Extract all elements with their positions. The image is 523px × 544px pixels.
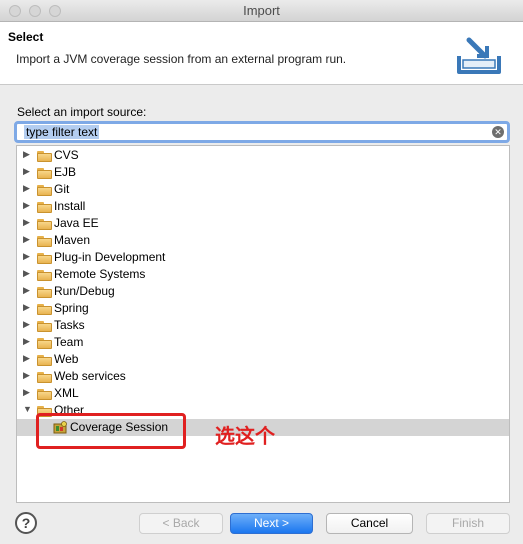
collapsed-arrow-icon[interactable]: ▶ bbox=[23, 387, 33, 398]
tree-item[interactable]: ▶ Git bbox=[17, 181, 509, 198]
folder-icon bbox=[37, 389, 52, 400]
import-wizard-icon bbox=[457, 37, 501, 74]
folder-icon bbox=[37, 168, 52, 179]
tree-item-label: Install bbox=[54, 199, 86, 213]
tree-item[interactable]: ▶ Java EE bbox=[17, 215, 509, 232]
folder-icon bbox=[37, 202, 52, 213]
banner-title: Select bbox=[8, 30, 44, 44]
banner-description: Import a JVM coverage session from an ex… bbox=[16, 52, 347, 66]
tree-item[interactable]: ▶ Spring bbox=[17, 300, 509, 317]
folder-icon bbox=[37, 253, 52, 264]
annotation-text: 选这个 bbox=[215, 424, 275, 448]
annotation-highlight-box bbox=[36, 413, 186, 449]
tree-item-label: CVS bbox=[54, 148, 79, 162]
tree-item[interactable]: ▶ Install bbox=[17, 198, 509, 215]
folder-icon bbox=[37, 236, 52, 247]
folder-icon bbox=[37, 355, 52, 366]
expanded-arrow-icon[interactable]: ▼ bbox=[23, 404, 33, 414]
collapsed-arrow-icon[interactable]: ▶ bbox=[23, 183, 33, 194]
filter-text: type filter text bbox=[24, 125, 100, 139]
clear-search-icon[interactable]: ✕ bbox=[492, 126, 504, 138]
folder-icon bbox=[37, 304, 52, 315]
collapsed-arrow-icon[interactable]: ▶ bbox=[23, 251, 33, 262]
collapsed-arrow-icon[interactable]: ▶ bbox=[23, 268, 33, 279]
tree-item[interactable]: ▶ XML bbox=[17, 385, 509, 402]
collapsed-arrow-icon[interactable]: ▶ bbox=[23, 302, 33, 313]
tree-item-label: Run/Debug bbox=[54, 284, 115, 298]
tree-item-label: Spring bbox=[54, 301, 89, 315]
import-source-tree[interactable]: ▶ CVS ▶ EJB ▶ Git ▶ Install ▶ Java EE ▶ Maven ▶ Plug-… bbox=[16, 145, 510, 503]
tree-item-label: Remote Systems bbox=[54, 267, 146, 281]
collapsed-arrow-icon[interactable]: ▶ bbox=[23, 370, 33, 381]
collapsed-arrow-icon[interactable]: ▶ bbox=[23, 217, 33, 228]
next-button[interactable]: Next > bbox=[230, 513, 313, 534]
collapsed-arrow-icon[interactable]: ▶ bbox=[23, 336, 33, 347]
help-icon[interactable]: ? bbox=[15, 512, 37, 534]
tree-item-label: XML bbox=[54, 386, 79, 400]
wizard-banner: Select Import a JVM coverage session fro… bbox=[0, 22, 523, 85]
folder-icon bbox=[37, 151, 52, 162]
tree-item[interactable]: ▶ Run/Debug bbox=[17, 283, 509, 300]
tree-item[interactable]: ▶ Maven bbox=[17, 232, 509, 249]
collapsed-arrow-icon[interactable]: ▶ bbox=[23, 353, 33, 364]
tree-item-label: EJB bbox=[54, 165, 77, 179]
tree-item[interactable]: ▶ Web services bbox=[17, 368, 509, 385]
back-button[interactable]: < Back bbox=[139, 513, 223, 534]
tree-item-label: Java EE bbox=[54, 216, 99, 230]
tree-item[interactable]: ▶ CVS bbox=[17, 147, 509, 164]
tree-item[interactable]: ▶ Plug-in Development bbox=[17, 249, 509, 266]
tree-item[interactable]: ▶ Web bbox=[17, 351, 509, 368]
tree-item-label: Team bbox=[54, 335, 84, 349]
finish-button[interactable]: Finish bbox=[426, 513, 510, 534]
folder-icon bbox=[37, 321, 52, 332]
tree-item[interactable]: ▶ Remote Systems bbox=[17, 266, 509, 283]
tree-item-label: Tasks bbox=[54, 318, 85, 332]
folder-icon bbox=[37, 287, 52, 298]
tree-item-label: Web bbox=[54, 352, 79, 366]
import-source-label: Select an import source: bbox=[17, 105, 147, 119]
collapsed-arrow-icon[interactable]: ▶ bbox=[23, 200, 33, 211]
folder-icon bbox=[37, 219, 52, 230]
tree-item-label: Plug-in Development bbox=[54, 250, 166, 264]
tree-item-label: Web services bbox=[54, 369, 126, 383]
collapsed-arrow-icon[interactable]: ▶ bbox=[23, 234, 33, 245]
folder-icon bbox=[37, 185, 52, 196]
collapsed-arrow-icon[interactable]: ▶ bbox=[23, 166, 33, 177]
filter-input[interactable]: type filter text ✕ bbox=[14, 121, 510, 143]
tree-item[interactable]: ▶ EJB bbox=[17, 164, 509, 181]
window-title: Import bbox=[243, 3, 280, 18]
tree-item-label: Git bbox=[54, 182, 70, 196]
folder-icon bbox=[37, 270, 52, 281]
collapsed-arrow-icon[interactable]: ▶ bbox=[23, 149, 33, 160]
cancel-button[interactable]: Cancel bbox=[326, 513, 413, 534]
tree-item-label: Maven bbox=[54, 233, 91, 247]
tree-item[interactable]: ▶ Tasks bbox=[17, 317, 509, 334]
folder-icon bbox=[37, 372, 52, 383]
tree-item[interactable]: ▶ Team bbox=[17, 334, 509, 351]
collapsed-arrow-icon[interactable]: ▶ bbox=[23, 285, 33, 296]
collapsed-arrow-icon[interactable]: ▶ bbox=[23, 319, 33, 330]
title-bar: Import bbox=[0, 0, 523, 22]
folder-icon bbox=[37, 338, 52, 349]
